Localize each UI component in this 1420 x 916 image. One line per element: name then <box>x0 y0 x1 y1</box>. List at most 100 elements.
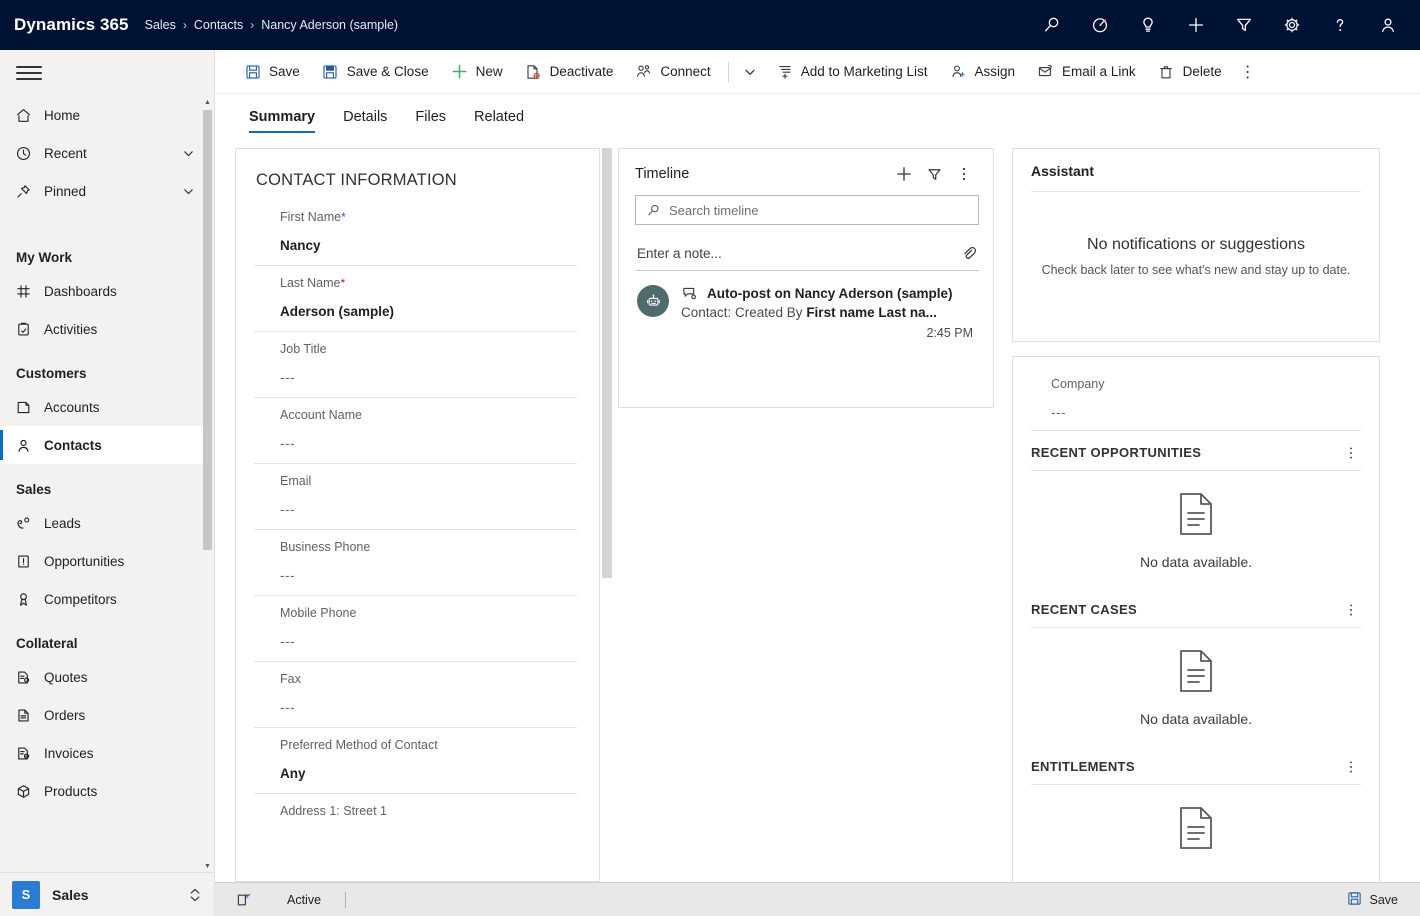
tab-related[interactable]: Related <box>460 94 538 140</box>
field-value[interactable]: Aderson (sample) <box>280 304 577 319</box>
sidebar-item-contacts[interactable]: Contacts <box>0 426 204 464</box>
field-email[interactable]: Email --- <box>254 464 577 530</box>
sidebar-item-home[interactable]: Home <box>0 96 204 134</box>
search-icon[interactable] <box>1030 2 1074 48</box>
field-label: Mobile Phone <box>280 606 577 620</box>
field-fax[interactable]: Fax --- <box>254 662 577 728</box>
status-save-button[interactable]: Save <box>1347 891 1407 909</box>
field-value[interactable]: --- <box>280 370 577 385</box>
field-company[interactable]: Company --- <box>1031 369 1361 431</box>
dynamics365-contact-form-page: Dynamics 365 Sales › Contacts › Nancy Ad… <box>0 0 1420 916</box>
save-and-close-button[interactable]: Save & Close <box>311 55 440 89</box>
field-value[interactable]: Any <box>280 766 577 781</box>
section-more-options-icon[interactable] <box>1341 603 1361 617</box>
scroll-down-icon[interactable]: ▼ <box>203 860 212 872</box>
field-address1-street1[interactable]: Address 1: Street 1 <box>254 794 577 844</box>
field-value[interactable]: --- <box>280 700 577 715</box>
help-icon[interactable] <box>1318 2 1362 48</box>
chevron-down-icon[interactable] <box>180 147 196 160</box>
field-value[interactable]: --- <box>280 568 577 583</box>
field-value[interactable]: --- <box>280 502 577 517</box>
app-brand[interactable]: Dynamics 365 <box>14 15 129 35</box>
new-button[interactable]: New <box>440 55 514 89</box>
field-value[interactable]: --- <box>280 634 577 649</box>
required-asterisk-icon: * <box>340 276 345 290</box>
sitemap-nav-list: Home Recent <box>0 96 204 814</box>
assign-icon <box>950 63 967 80</box>
field-last-name[interactable]: Last Name* Aderson (sample) <box>254 266 577 332</box>
field-account-name[interactable]: Account Name --- <box>254 398 577 464</box>
gear-icon[interactable] <box>1270 2 1314 48</box>
form-scrollbar-thumb[interactable] <box>602 148 612 578</box>
command-overflow-chevron-icon[interactable] <box>735 55 765 89</box>
hamburger-menu-icon[interactable] <box>16 63 42 83</box>
sidebar-item-competitors[interactable]: Competitors <box>0 580 204 618</box>
tab-files[interactable]: Files <box>401 94 460 140</box>
field-job-title[interactable]: Job Title --- <box>254 332 577 398</box>
add-to-marketing-list-button[interactable]: Add to Marketing List <box>765 55 939 89</box>
field-value[interactable]: Nancy <box>280 238 577 253</box>
tab-details[interactable]: Details <box>329 94 401 140</box>
timeline-note-input[interactable]: Enter a note... <box>635 237 979 271</box>
no-data-recent-opportunities: No data available. <box>1031 471 1361 588</box>
attachment-icon[interactable] <box>961 246 977 262</box>
sidebar-item-leads[interactable]: Leads <box>0 504 204 542</box>
app-switcher[interactable]: S Sales <box>0 872 214 916</box>
left-sitemap-sidebar: Home Recent <box>0 50 215 916</box>
command-more-options-icon[interactable]: ⋮ <box>1233 55 1263 89</box>
sitemap-scrollbar-thumb[interactable] <box>203 110 212 550</box>
section-more-options-icon[interactable] <box>1341 760 1361 774</box>
command-label: Email a Link <box>1062 64 1136 79</box>
email-a-link-button[interactable]: Email a Link <box>1026 55 1147 89</box>
delete-button[interactable]: Delete <box>1147 55 1233 89</box>
sidebar-item-pinned[interactable]: Pinned <box>0 172 204 210</box>
app-switcher-label: Sales <box>52 887 176 903</box>
tab-summary[interactable]: Summary <box>235 94 329 140</box>
section-more-options-icon[interactable] <box>1341 446 1361 460</box>
add-timeline-record-icon[interactable] <box>889 161 919 187</box>
breadcrumb-item-record[interactable]: Nancy Aderson (sample) <box>261 18 398 32</box>
breadcrumb-item-sales[interactable]: Sales <box>145 18 176 32</box>
filter-icon[interactable] <box>919 161 949 187</box>
sidebar-item-dashboards[interactable]: Dashboards <box>0 272 204 310</box>
sidebar-item-accounts[interactable]: Accounts <box>0 388 204 426</box>
form-scrollbar[interactable] <box>602 148 612 882</box>
deactivate-button[interactable]: Deactivate <box>514 55 625 89</box>
app-switcher-updown-icon[interactable] <box>188 886 202 904</box>
sitemap-scrollbar[interactable]: ▲ ▼ <box>203 96 212 872</box>
sidebar-item-opportunities[interactable]: Opportunities <box>0 542 204 580</box>
field-mobile-phone[interactable]: Mobile Phone --- <box>254 596 577 662</box>
sidebar-item-recent[interactable]: Recent <box>0 134 204 172</box>
timeline-post-header: Auto-post on Nancy Aderson (sample) <box>681 285 979 302</box>
field-business-phone[interactable]: Business Phone --- <box>254 530 577 596</box>
field-value[interactable]: --- <box>1051 405 1361 420</box>
plus-icon[interactable] <box>1174 2 1218 48</box>
assign-button[interactable]: Assign <box>939 55 1027 89</box>
scroll-up-icon[interactable]: ▲ <box>203 96 212 108</box>
timeline-post-item[interactable]: Auto-post on Nancy Aderson (sample) Cont… <box>635 285 979 340</box>
filter-icon[interactable] <box>1222 2 1266 48</box>
lightbulb-icon[interactable] <box>1126 2 1170 48</box>
timeline-search-input[interactable]: Search timeline <box>635 195 979 225</box>
timeline-more-options-icon[interactable] <box>949 161 979 187</box>
sidebar-item-products[interactable]: Products <box>0 772 204 810</box>
section-header-recent-opportunities: RECENT OPPORTUNITIES <box>1031 431 1361 471</box>
sidebar-item-label: Home <box>44 108 196 123</box>
field-value[interactable]: --- <box>280 436 577 451</box>
field-label: Last Name* <box>280 276 577 290</box>
sidebar-item-invoices[interactable]: Invoices <box>0 734 204 772</box>
sidebar-item-quotes[interactable]: Quotes <box>0 658 204 696</box>
diagnostics-icon[interactable] <box>1078 2 1122 48</box>
connect-button[interactable]: Connect <box>624 55 721 89</box>
command-label: Add to Marketing List <box>801 64 928 79</box>
breadcrumb-item-contacts[interactable]: Contacts <box>194 18 243 32</box>
user-icon[interactable] <box>1366 2 1410 48</box>
sidebar-item-activities[interactable]: Activities <box>0 310 204 348</box>
field-first-name[interactable]: First Name* Nancy <box>254 200 577 266</box>
sidebar-item-orders[interactable]: Orders <box>0 696 204 734</box>
field-preferred-method-of-contact[interactable]: Preferred Method of Contact Any <box>254 728 577 794</box>
chevron-down-icon[interactable] <box>180 185 196 198</box>
command-label: Deactivate <box>550 64 614 79</box>
save-button[interactable]: Save <box>233 55 311 89</box>
open-form-icon[interactable] <box>229 892 259 908</box>
